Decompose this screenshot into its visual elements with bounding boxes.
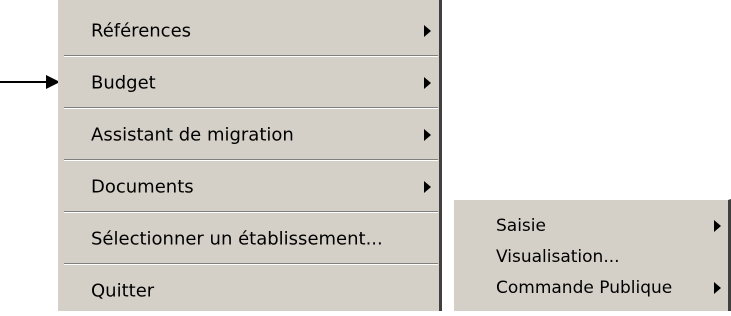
- submenu-arrow-icon: [714, 282, 721, 294]
- menu-separator: [64, 159, 438, 161]
- menu-item-assistant-migration[interactable]: Assistant de migration: [58, 110, 442, 160]
- menu-item-label: Documents: [91, 176, 194, 198]
- menu-item-label: Budget: [91, 72, 156, 94]
- submenu-item-label: Visualisation...: [496, 247, 620, 267]
- menu-item-documents[interactable]: Documents: [58, 162, 442, 212]
- menu-item-budget[interactable]: Budget: [58, 58, 442, 108]
- menu-item-label: Quitter: [91, 280, 155, 302]
- submenu-arrow-icon: [424, 25, 431, 37]
- submenu-item-label: Saisie: [496, 216, 546, 236]
- submenu-item-commande-publique[interactable]: Commande Publique: [454, 273, 728, 303]
- submenu-item-saisie[interactable]: Saisie: [454, 211, 728, 241]
- menu-item-selectionner-etablissement[interactable]: Sélectionner un établissement...: [58, 214, 442, 264]
- budget-submenu: Saisie Visualisation... Commande Publiqu…: [453, 199, 731, 311]
- menu-separator: [64, 107, 438, 109]
- menu-item-label: Références: [91, 20, 192, 42]
- menu-item-label: Assistant de migration: [91, 124, 294, 146]
- menu-separator: [64, 211, 438, 213]
- submenu-arrow-icon: [714, 220, 721, 232]
- submenu-item-visualisation[interactable]: Visualisation...: [454, 242, 728, 272]
- main-menu: Références Budget Assistant de migration…: [58, 0, 442, 311]
- submenu-arrow-icon: [424, 129, 431, 141]
- submenu-item-label: Commande Publique: [496, 278, 673, 298]
- menu-item-label: Sélectionner un établissement...: [91, 228, 383, 250]
- submenu-arrow-icon: [424, 77, 431, 89]
- menu-item-quitter[interactable]: Quitter: [58, 266, 442, 316]
- menu-item-references[interactable]: Références: [58, 6, 442, 56]
- menu-separator: [64, 263, 438, 265]
- submenu-arrow-icon: [424, 181, 431, 193]
- pointer-arrow-icon: [0, 75, 60, 89]
- menu-separator: [64, 55, 438, 57]
